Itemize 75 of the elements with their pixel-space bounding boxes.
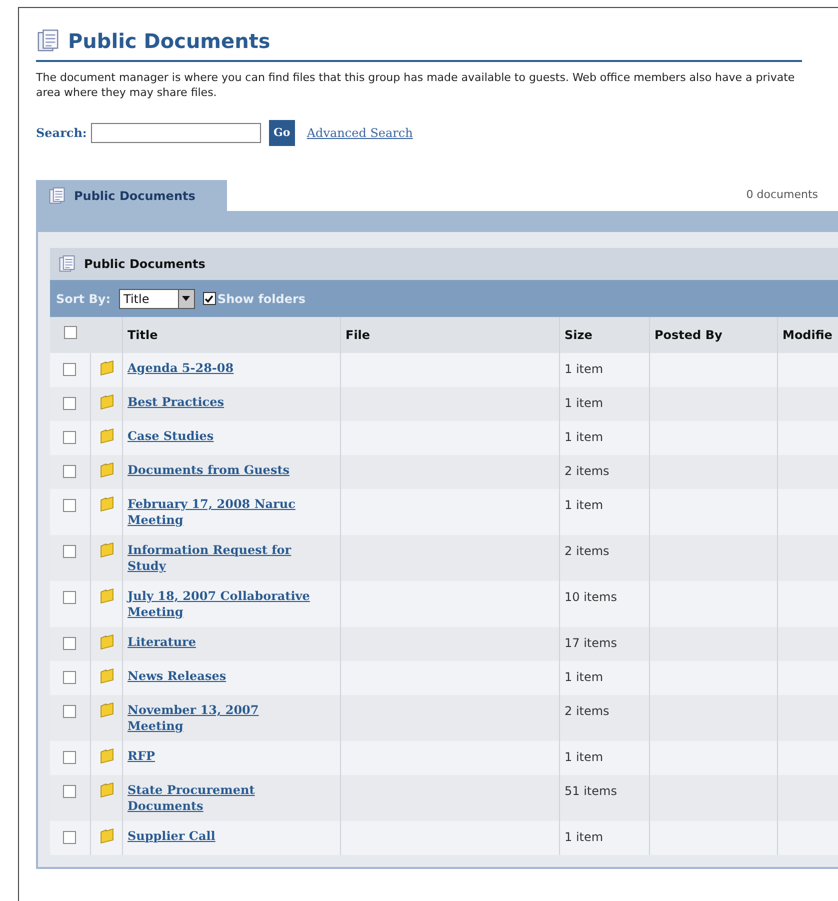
folder-icon — [98, 394, 114, 410]
folder-icon — [98, 702, 114, 718]
size-cell: 2 items — [564, 704, 610, 718]
row-checkbox[interactable] — [63, 785, 76, 798]
row-checkbox[interactable] — [63, 545, 76, 558]
advanced-search-link[interactable]: Advanced Search — [306, 124, 413, 142]
folder-icon — [98, 588, 114, 604]
size-cell: 1 item — [564, 830, 604, 844]
sort-label: Sort By: — [56, 290, 110, 308]
folder-icon — [98, 828, 114, 844]
search-field[interactable] — [90, 123, 261, 143]
folder-icon — [98, 428, 114, 444]
size-cell: 17 items — [564, 636, 617, 650]
panel-title: Public Documents — [84, 256, 206, 273]
sort-dropdown[interactable]: Title — [118, 288, 194, 308]
folder-link[interactable]: Supplier Call — [128, 828, 318, 844]
row-checkbox[interactable] — [63, 499, 76, 512]
size-cell: 51 items — [564, 784, 617, 798]
page-title: Public Documents — [68, 28, 270, 55]
row-checkbox[interactable] — [63, 637, 76, 650]
document-icon — [58, 255, 76, 273]
size-cell: 1 item — [564, 750, 604, 764]
folder-link[interactable]: News Releases — [128, 668, 318, 684]
column-header: Size — [564, 328, 592, 342]
size-cell: 1 item — [564, 396, 604, 410]
column-header: File — [346, 328, 370, 342]
folder-link[interactable]: Documents from Guests — [128, 462, 318, 478]
row-checkbox[interactable] — [63, 363, 76, 376]
folder-icon — [98, 782, 114, 798]
folder-icon — [98, 634, 114, 650]
folder-link[interactable]: Agenda 5-28-08 — [128, 360, 318, 376]
folder-link[interactable]: November 13, 2007 Meeting — [128, 702, 318, 734]
folder-link[interactable]: Case Studies — [128, 428, 318, 444]
row-checkbox[interactable] — [63, 465, 76, 478]
folder-icon — [98, 542, 114, 558]
size-cell: 1 item — [564, 670, 604, 684]
row-checkbox[interactable] — [63, 705, 76, 718]
document-icon — [36, 29, 60, 53]
size-cell: 1 item — [564, 498, 604, 512]
folder-icon — [98, 748, 114, 764]
row-checkbox[interactable] — [63, 671, 76, 684]
row-checkbox[interactable] — [63, 591, 76, 604]
search-label: Search: — [36, 125, 87, 142]
tab[interactable]: Public Documents — [36, 180, 227, 211]
size-cell: 1 item — [564, 430, 604, 444]
folder-icon — [98, 360, 114, 376]
folder-icon — [98, 668, 114, 684]
select-all-checkbox[interactable] — [64, 326, 76, 339]
document-count: 0 documents — [746, 186, 818, 202]
folder-link[interactable]: Literature — [128, 634, 318, 650]
row-checkbox[interactable] — [63, 431, 76, 444]
row-checkbox[interactable] — [63, 751, 76, 764]
folder-link[interactable]: Best Practices — [128, 394, 318, 410]
folder-link[interactable]: Information Request for Study — [128, 542, 318, 574]
column-header: Modifie — [782, 328, 832, 342]
description: The document manager is where you can find files that this group has made available to guests. Web office members also have a private area where they may share files. — [36, 70, 796, 100]
folder-link[interactable]: RFP — [128, 748, 318, 764]
size-cell: 2 items — [564, 464, 610, 478]
folder-link[interactable]: February 17, 2008 Naruc Meeting — [128, 496, 318, 528]
row-checkbox[interactable] — [63, 397, 76, 410]
column-header: Posted By — [654, 328, 722, 342]
folder-link[interactable]: State Procurement Documents — [128, 782, 318, 814]
folder-icon — [98, 496, 114, 512]
folder-icon — [98, 462, 114, 478]
caret-icon — [178, 290, 194, 308]
size-cell: 2 items — [564, 544, 610, 558]
go-button[interactable]: Go — [268, 120, 295, 146]
row-checkbox[interactable] — [63, 831, 76, 844]
document-icon — [48, 186, 66, 204]
show-folders-checkbox[interactable] — [202, 292, 216, 305]
size-cell: 1 item — [564, 362, 604, 376]
size-cell: 10 items — [564, 590, 617, 604]
column-header: Title — [128, 328, 158, 342]
folder-link[interactable]: July 18, 2007 Collaborative Meeting — [128, 588, 318, 620]
show-folders-label: Show folders — [218, 290, 306, 308]
